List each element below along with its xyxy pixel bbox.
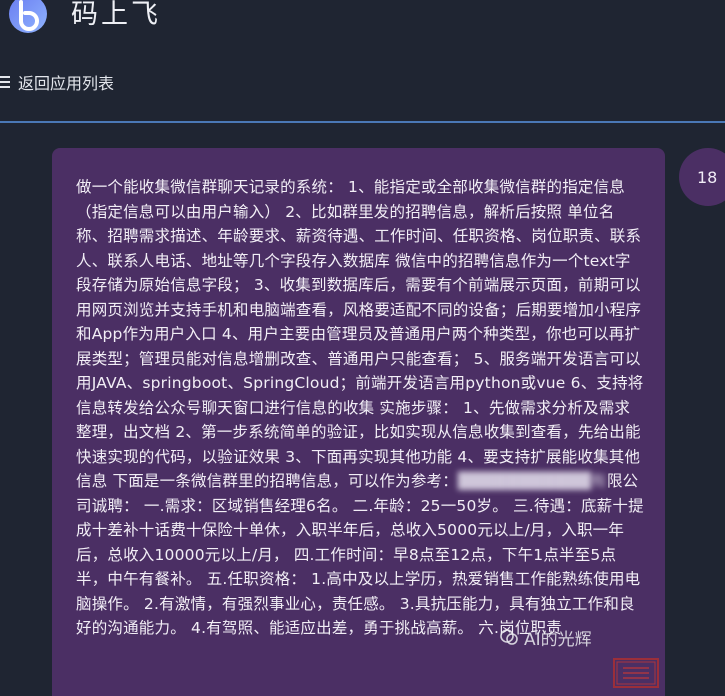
message-text: 做一个能收集微信群聊天记录的系统： 1、能指定或全部收集微信群的指定信息（指定信… <box>76 175 645 641</box>
chat-message-area[interactable]: 做一个能收集微信群聊天记录的系统： 1、能指定或全部收集微信群的指定信息（指定信… <box>0 123 725 696</box>
message-text-part-2: 限公司诚聘： 一.需求：区域销售经理6名。 二.年龄：25一50岁。 三.待遇：… <box>76 472 644 637</box>
menu-icon <box>0 76 10 88</box>
back-to-app-list-link[interactable]: 返回应用列表 <box>0 69 114 95</box>
app-window: 码上飞 返回应用列表 做一个能收集微信群聊天记录的系统： 1、能指定或全部收集微… <box>0 0 725 696</box>
app-logo-icon <box>9 0 47 33</box>
watermark-text: AI的光辉 <box>524 629 592 650</box>
red-seal-stamp <box>613 658 659 688</box>
top-bar: 码上飞 <box>0 0 725 50</box>
watermark: AI的光辉 <box>500 622 592 652</box>
user-message-bubble: 做一个能收集微信群聊天记录的系统： 1、能指定或全部收集微信群的指定信息（指定信… <box>52 148 665 696</box>
app-title: 码上飞 <box>71 0 161 30</box>
seal-icon <box>616 661 656 685</box>
back-link-label: 返回应用列表 <box>18 74 115 93</box>
wechat-channel-icon <box>500 629 518 645</box>
message-text-part-1: 做一个能收集微信群聊天记录的系统： 1、能指定或全部收集微信群的指定信息（指定信… <box>76 178 644 490</box>
user-avatar: 18 <box>679 148 725 206</box>
redacted-company-name: ███████████有 <box>457 472 607 490</box>
